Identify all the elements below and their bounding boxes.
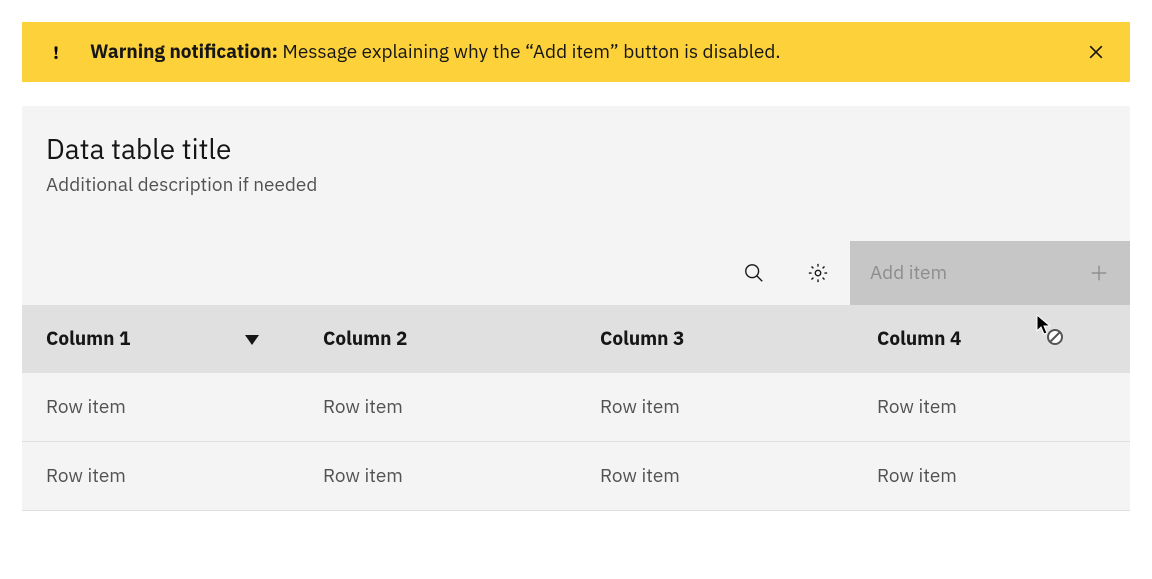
column-header-2[interactable]: Column 2 [299,305,576,373]
close-icon [1086,42,1106,62]
table-cell: Row item [576,442,853,511]
data-table: Column 1 Column 2 Column 3 Column 4 Row … [22,305,1130,511]
sort-indicator [245,327,259,351]
table-row: Row item Row item Row item Row item [22,442,1130,511]
table-cell: Row item [22,442,299,511]
table-cell: Row item [299,373,576,442]
notification-text: Warning notification: Message explaining… [90,40,1080,64]
warning-icon: ! [46,41,66,64]
table-header: Data table title Additional description … [22,106,1130,205]
notification-title: Warning notification: [90,40,278,64]
warning-notification: ! Warning notification: Message explaini… [22,22,1130,82]
add-item-label: Add item [870,261,947,285]
data-table-container: Data table title Additional description … [22,106,1130,511]
search-button[interactable] [722,241,786,305]
column-header-3[interactable]: Column 3 [576,305,853,373]
caret-down-icon [245,335,259,345]
search-icon [743,262,765,284]
table-cell: Row item [853,373,1130,442]
column-header-1[interactable]: Column 1 [22,305,299,373]
table-cell: Row item [299,442,576,511]
table-header-row: Column 1 Column 2 Column 3 Column 4 [22,305,1130,373]
column-header-4[interactable]: Column 4 [853,305,1130,373]
table-cell: Row item [853,442,1130,511]
add-item-button: Add item [850,241,1130,305]
plus-icon [1088,262,1110,284]
table-row: Row item Row item Row item Row item [22,373,1130,442]
table-cell: Row item [576,373,853,442]
table-description: Additional description if needed [46,173,1106,197]
notification-message: Message explaining why the “Add item” bu… [278,40,781,64]
gear-icon [807,262,829,284]
torn-edge-decoration [0,539,1152,579]
close-button[interactable] [1080,36,1112,68]
table-title: Data table title [46,130,1106,167]
table-cell: Row item [22,373,299,442]
settings-button[interactable] [786,241,850,305]
table-toolbar: Add item [22,241,1130,305]
